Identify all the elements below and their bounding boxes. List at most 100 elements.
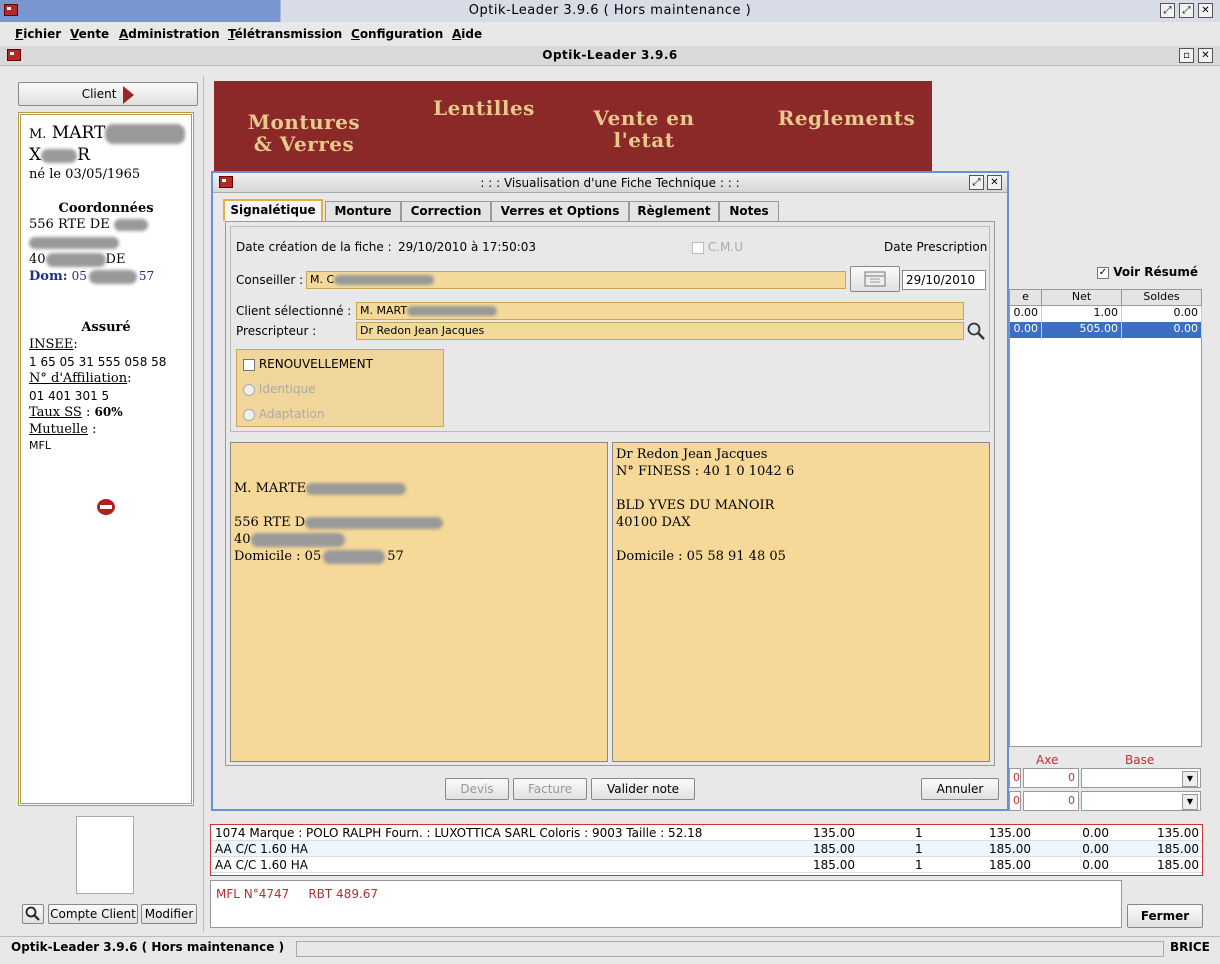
- client-birth: né le 03/05/1965: [29, 167, 141, 182]
- axe-field-og[interactable]: 0: [1023, 791, 1079, 811]
- presc-addr2: 40100 DAX: [616, 515, 691, 530]
- client-button-label: Client: [81, 87, 117, 101]
- line-remise: 0.00: [1082, 826, 1109, 840]
- client-name: MART: [51, 123, 106, 143]
- cell[interactable]: 0.00: [1122, 322, 1202, 338]
- tab-signaletique[interactable]: Signalétique: [223, 199, 323, 221]
- redaction: [306, 482, 406, 495]
- prescripteur-search-button[interactable]: [966, 321, 986, 341]
- compte-client-button[interactable]: Compte Client: [48, 904, 138, 924]
- client-photo: [76, 816, 134, 894]
- client-selected-value: M. MART: [360, 304, 408, 317]
- base-select-og[interactable]: [1081, 791, 1201, 811]
- status-indicator-icon[interactable]: [97, 499, 115, 515]
- client-button[interactable]: Client: [18, 82, 198, 106]
- redaction: [407, 306, 498, 316]
- cell[interactable]: 1.00: [1042, 306, 1122, 322]
- check-icon: ✓: [1097, 266, 1109, 279]
- tab-reglement[interactable]: Règlement: [629, 201, 719, 221]
- axe-field-od[interactable]: 0: [1023, 768, 1079, 788]
- menu-fichier[interactable]: Fichier: [15, 27, 61, 41]
- insee-label: INSEE: [29, 337, 74, 352]
- cell[interactable]: 0.00: [1010, 306, 1042, 322]
- inner-restore-icon[interactable]: ▫: [1179, 48, 1194, 63]
- tab-correction[interactable]: Correction: [401, 201, 491, 221]
- axe-label: Axe: [1036, 753, 1059, 767]
- table-row[interactable]: AA C/C 1.60 HA 185.00 1 185.00 0.00 185.…: [211, 841, 1202, 857]
- adaptation-radio[interactable]: Adaptation: [243, 407, 324, 421]
- table-row[interactable]: AA C/C 1.60 HA 185.00 1 185.00 0.00 185.…: [211, 857, 1202, 873]
- fermer-button[interactable]: Fermer: [1127, 904, 1203, 928]
- field-prefix[interactable]: 0: [1009, 768, 1021, 788]
- annuler-button[interactable]: Annuler: [921, 778, 999, 800]
- redaction: [29, 236, 119, 249]
- prescription-label: Date Prescription: [884, 240, 988, 254]
- menu-aide[interactable]: Aide: [452, 27, 482, 41]
- banner-reglements[interactable]: Reglements: [769, 107, 924, 129]
- valider-note-button[interactable]: Valider note: [591, 778, 695, 800]
- prescripteur-field[interactable]: Dr Redon Jean Jacques: [356, 322, 964, 340]
- taux-value: 60%: [94, 405, 123, 419]
- menu-vente[interactable]: Vente: [70, 27, 109, 41]
- client-addr-dom-end: 57: [387, 549, 404, 564]
- banner-vente[interactable]: Vente en l'etat: [574, 107, 714, 151]
- minimize-icon[interactable]: ⤢: [1160, 3, 1175, 18]
- window-title: Optik-Leader 3.9.6 ( Hors maintenance ): [468, 3, 752, 18]
- line-total: 185.00: [989, 858, 1031, 872]
- conseiller-field[interactable]: M. C: [306, 271, 846, 289]
- identique-radio[interactable]: Identique: [243, 382, 316, 396]
- inner-window-title: Optik-Leader 3.9.6: [542, 48, 678, 62]
- menu-configuration[interactable]: Configuration: [351, 27, 443, 41]
- modifier-button[interactable]: Modifier: [141, 904, 197, 924]
- cmu-checkbox[interactable]: C.M.U: [692, 240, 743, 254]
- client-firstname: X: [29, 145, 42, 165]
- renouvellement-checkbox[interactable]: RENOUVELLEMENT: [243, 357, 373, 371]
- redaction: [305, 516, 444, 529]
- close-icon[interactable]: ✕: [1198, 3, 1213, 18]
- prescription-date-field[interactable]: 29/10/2010: [902, 270, 986, 290]
- dialog-close-icon[interactable]: ✕: [987, 175, 1002, 190]
- client-firstname-end: R: [77, 145, 90, 165]
- inner-close-icon[interactable]: ✕: [1198, 48, 1213, 63]
- signaletique-panel: Date création de la fiche : 29/10/2010 à…: [225, 221, 995, 766]
- devis-button[interactable]: Devis: [445, 778, 509, 800]
- banner-montures[interactable]: Montures & Verres: [234, 111, 374, 155]
- calendar-icon: [864, 271, 886, 287]
- facture-button[interactable]: Facture: [513, 778, 587, 800]
- cell[interactable]: 0.00: [1122, 306, 1202, 322]
- cell[interactable]: 505.00: [1042, 322, 1122, 338]
- base-select-od[interactable]: [1081, 768, 1201, 788]
- redaction: [88, 269, 137, 284]
- tab-notes[interactable]: Notes: [719, 201, 779, 221]
- client-selected-field[interactable]: M. MART: [356, 302, 964, 320]
- redaction: [41, 148, 78, 163]
- col-net-header: Net: [1042, 290, 1122, 306]
- renouvellement-label: RENOUVELLEMENT: [258, 357, 373, 371]
- field-prefix[interactable]: 0: [1009, 791, 1021, 811]
- client-addr-line1: 556 RTE D: [234, 515, 306, 530]
- tab-verres-options[interactable]: Verres et Options: [491, 201, 629, 221]
- line-net: 185.00: [1157, 858, 1199, 872]
- voir-resume-toggle[interactable]: ✓ Voir Résumé: [1097, 265, 1198, 279]
- table-row[interactable]: 1074 Marque : POLO RALPH Fourn. : LUXOTT…: [211, 825, 1202, 841]
- mutuelle-value: MFL: [29, 439, 51, 452]
- calendar-button[interactable]: [850, 266, 900, 292]
- search-icon: [967, 322, 985, 340]
- maximize-icon[interactable]: ⤢: [1179, 3, 1194, 18]
- coordonnees-heading: Coordonnées: [58, 201, 154, 216]
- search-client-button[interactable]: [22, 904, 44, 924]
- line-total: 135.00: [989, 826, 1031, 840]
- redaction: [105, 123, 186, 144]
- menu-teletransmission[interactable]: Télétransmission: [228, 27, 342, 41]
- creation-value: 29/10/2010 à 17:50:03: [398, 240, 537, 254]
- cell[interactable]: 0.00: [1010, 322, 1042, 338]
- line-qty: 1: [915, 858, 923, 872]
- insee-value: 1 65 05 31 555 058 58: [29, 355, 167, 369]
- dialog-maximize-icon[interactable]: ⤢: [969, 175, 984, 190]
- col-soldes-header: Soldes: [1122, 290, 1202, 306]
- tab-monture[interactable]: Monture: [325, 201, 401, 221]
- note-area[interactable]: MFL N°4747 RBT 489.67: [210, 880, 1122, 928]
- line-qty: 1: [915, 842, 923, 856]
- banner-lentilles[interactable]: Lentilles: [414, 97, 554, 119]
- menu-administration[interactable]: Administration: [119, 27, 220, 41]
